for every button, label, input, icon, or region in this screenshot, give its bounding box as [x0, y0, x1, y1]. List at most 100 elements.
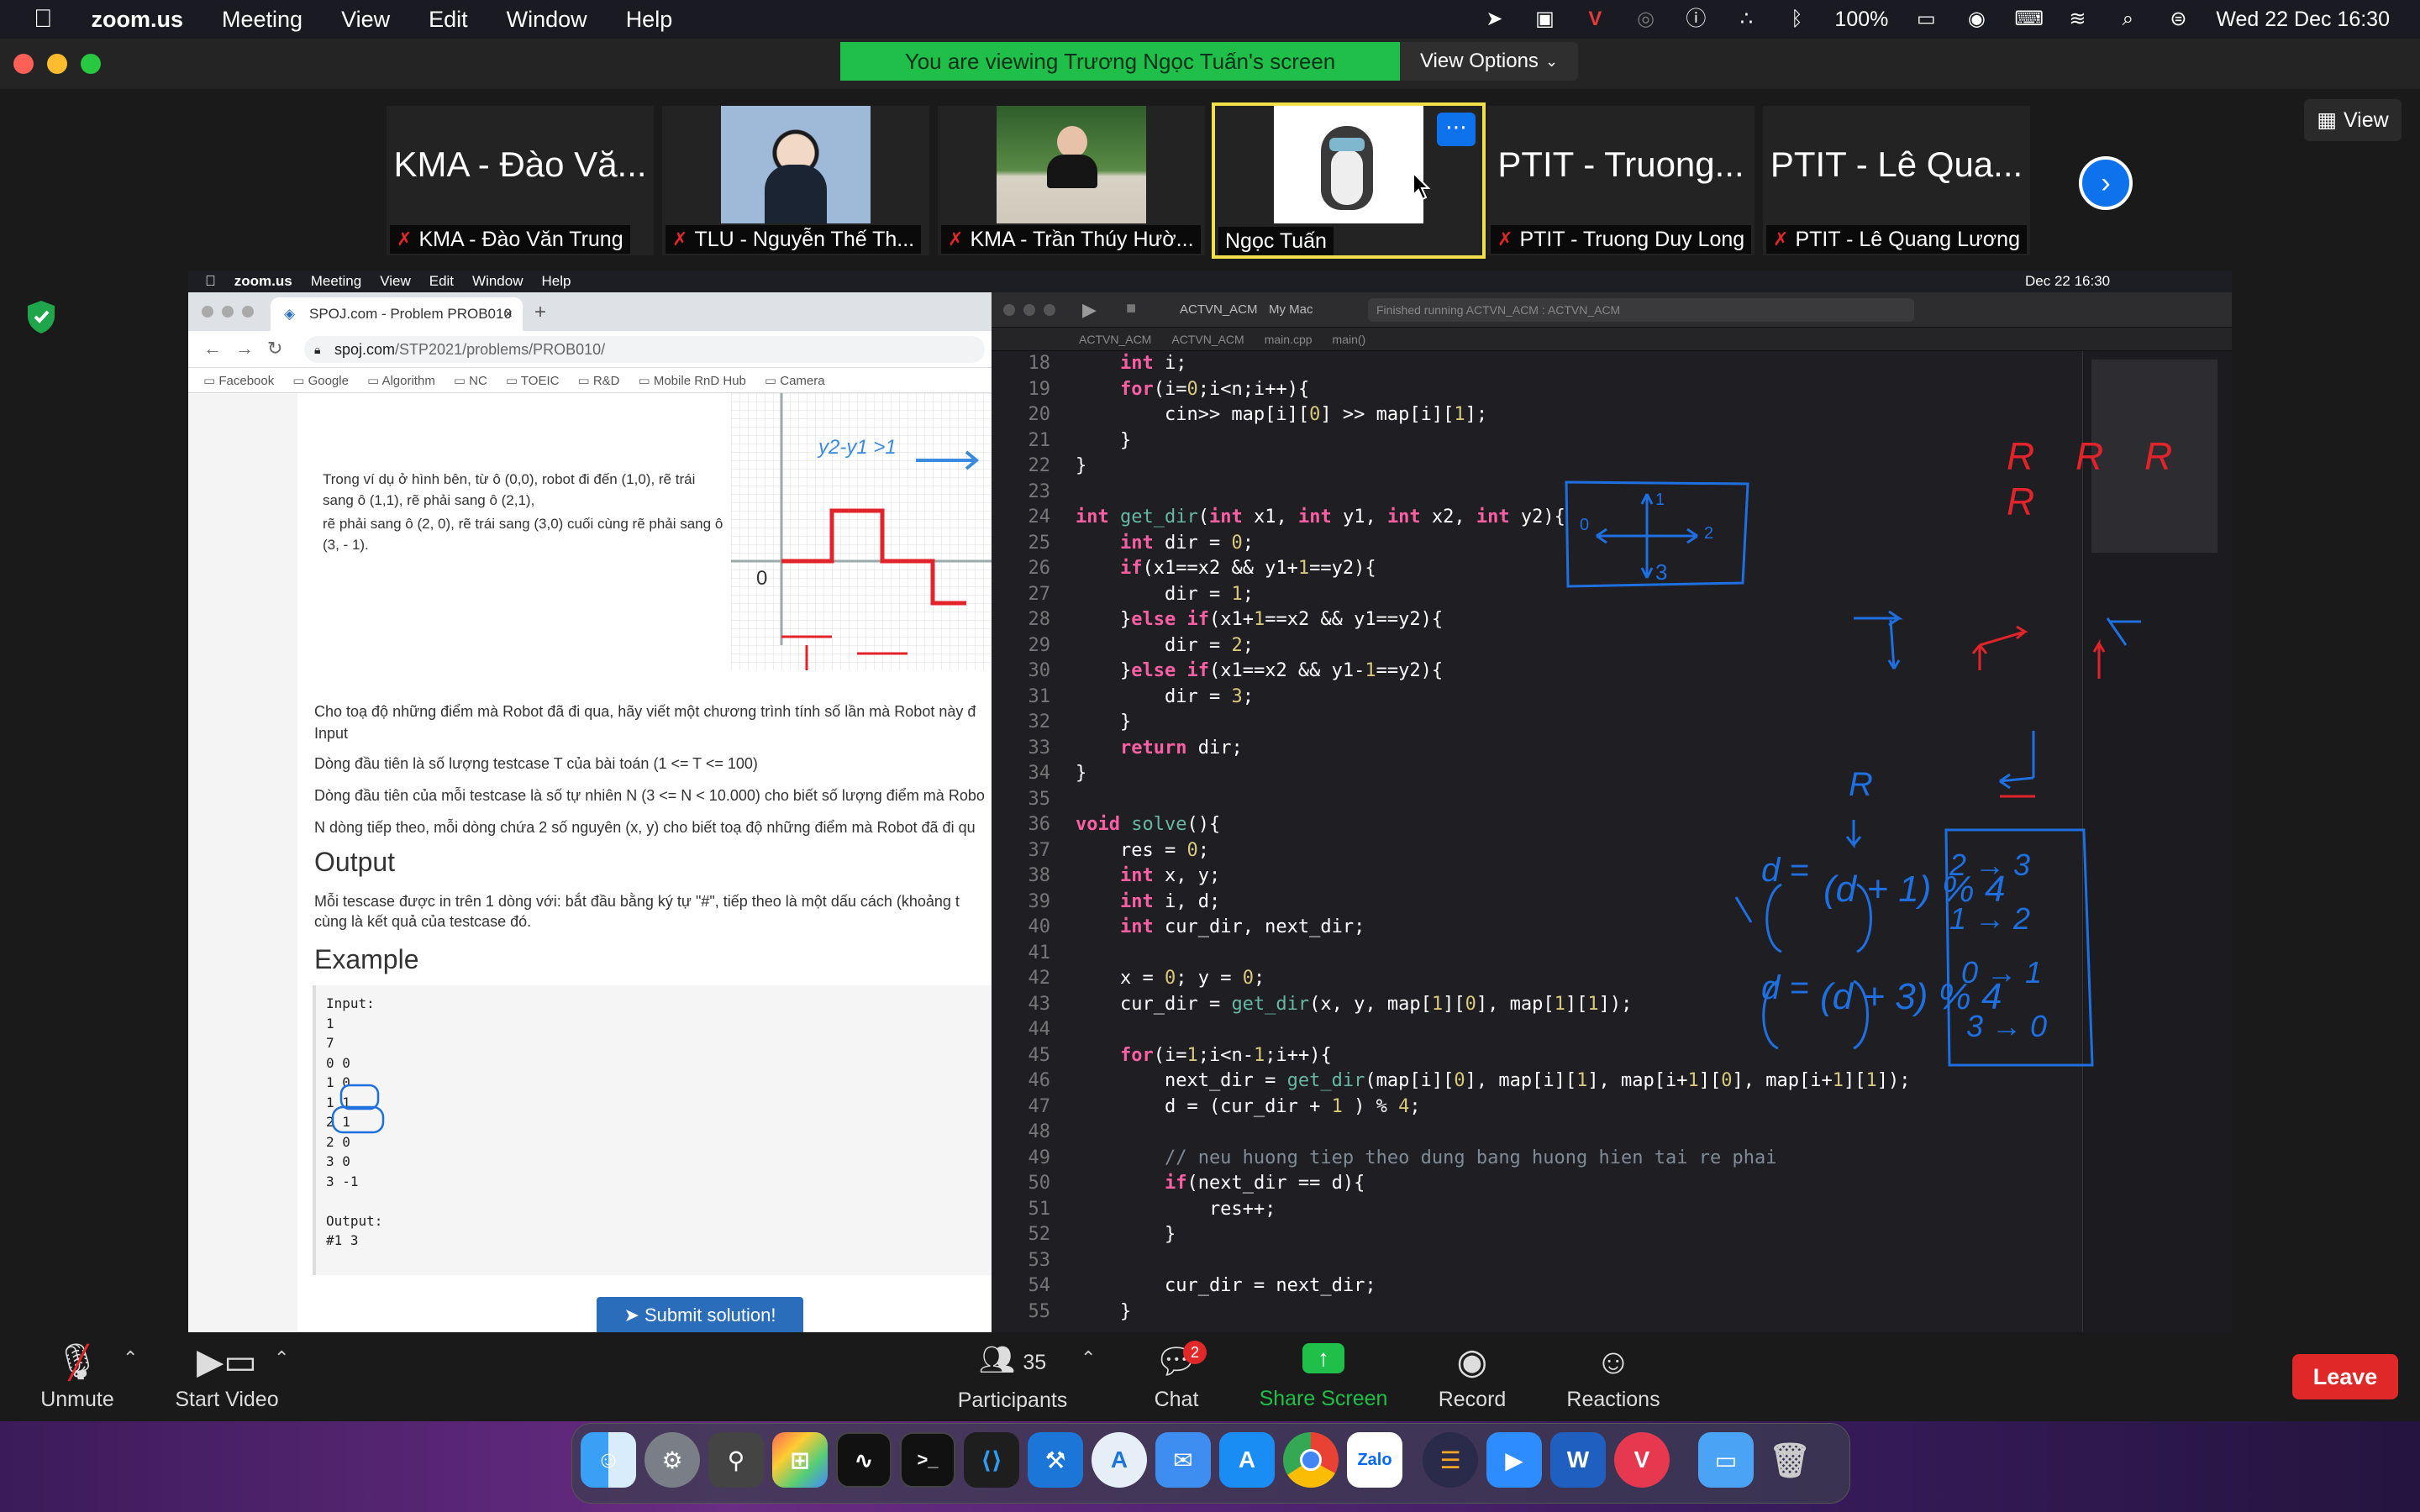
more-options-button[interactable]: ⋯: [1437, 113, 1476, 146]
participant-tile[interactable]: ✗KMA - Trần Thúy Hườ...: [938, 106, 1205, 255]
participant-tile[interactable]: KMA - Đào Vă... ✗KMA - Đào Văn Trung: [387, 106, 654, 255]
airplay-icon[interactable]: ◎: [1633, 9, 1658, 29]
fullscreen-window-button: [242, 306, 254, 318]
participant-name-label: ✗PTIT - Truong Duy Long: [1491, 225, 1751, 254]
participants-button[interactable]: 👥︎ 35 Participants: [950, 1332, 1076, 1421]
code-text: int x, y;: [1076, 865, 1220, 886]
accessibility-icon[interactable]: ⓘ: [1683, 9, 1708, 29]
chat-badge: 2: [1183, 1341, 1207, 1364]
automator-icon[interactable]: ⚲: [708, 1432, 764, 1488]
annotation-box-num: 0: [1580, 516, 1589, 535]
zalo-icon[interactable]: Zalo: [1347, 1432, 1402, 1488]
trash-icon[interactable]: 🗑︎: [1762, 1432, 1818, 1488]
bluetooth-icon[interactable]: ᛒ: [1784, 9, 1809, 29]
terminal-icon[interactable]: >_: [900, 1432, 955, 1488]
annotation-box-num: 2: [1704, 524, 1713, 543]
share-screen-button[interactable]: ↑ Share Screen: [1252, 1332, 1395, 1421]
wifi-icon[interactable]: ≋: [2065, 9, 2090, 29]
line-number: 42: [992, 966, 1050, 992]
code-line: 20 cin>> map[i][0] >> map[i][1];: [992, 402, 1487, 428]
menu-help[interactable]: Help: [626, 7, 673, 33]
zoom-icon[interactable]: ▶: [1486, 1432, 1542, 1488]
start-video-button[interactable]: ▶︎▭ Start Video: [168, 1332, 286, 1421]
finder-icon[interactable]: ☺: [581, 1432, 636, 1488]
chrome-icon[interactable]: [1283, 1432, 1339, 1488]
fullscreen-window-button[interactable]: [81, 54, 101, 74]
output-paragraph-2: cùng là kết quả của testcase đó.: [314, 911, 531, 932]
participant-tile[interactable]: PTIT - Truong... ✗PTIT - Truong Duy Long: [1487, 106, 1754, 255]
line-number: 54: [992, 1273, 1050, 1299]
unmute-label: Unmute: [40, 1388, 114, 1412]
launchpad-icon[interactable]: ⊞: [772, 1432, 828, 1488]
line-number: 20: [992, 402, 1050, 428]
leave-button[interactable]: Leave: [2292, 1354, 2398, 1399]
mail-icon[interactable]: ✉: [1155, 1432, 1211, 1488]
system-preferences-icon[interactable]: ⚙: [644, 1432, 700, 1488]
participant-tile[interactable]: PTIT - Lê Qua... ✗PTIT - Lê Quang Lương: [1763, 106, 2030, 255]
menu-view[interactable]: View: [341, 7, 390, 33]
code-line: 24int get_dir(int x1, int y1, int x2, in…: [992, 505, 1565, 531]
minimize-window-button: [1023, 304, 1035, 316]
code-line: 36void solve(){: [992, 812, 1220, 838]
zoom-video-icon[interactable]: ▣: [1532, 9, 1557, 29]
code-text: if(x1==x2 && y1+1==y2){: [1076, 558, 1376, 579]
xcode-toolbar: ▶ ■ ACTVN_ACM My Mac Finished running AC…: [992, 292, 2232, 328]
view-options-button[interactable]: View Options ⌄: [1400, 42, 1578, 81]
menu-meeting[interactable]: Meeting: [222, 7, 302, 33]
record-button[interactable]: ◉ Record: [1428, 1332, 1516, 1421]
chevron-up-icon[interactable]: ⌃: [123, 1347, 138, 1369]
grid-view-icon: ▦: [2317, 108, 2337, 133]
encryption-shield-icon[interactable]: [25, 299, 57, 334]
mouse-cursor: [1412, 171, 1432, 202]
favicon-icon: ◈: [284, 306, 295, 323]
spotlight-search-icon[interactable]: ⌕: [2115, 9, 2140, 29]
code-line: 37 res = 0;: [992, 838, 1209, 864]
clock[interactable]: Wed 22 Dec 16:30: [2216, 8, 2390, 32]
code-line: 51 res++;: [992, 1197, 1276, 1223]
app-store-icon[interactable]: A: [1219, 1432, 1275, 1488]
input-source-icon[interactable]: ⌨: [2014, 9, 2039, 29]
menu-edit[interactable]: Edit: [429, 7, 468, 33]
view-button[interactable]: ▦View: [2304, 99, 2402, 141]
participant-tile-active-speaker[interactable]: ⋯ Ngọc Tuấn: [1212, 102, 1486, 259]
reactions-button[interactable]: ☺︎ Reactions: [1563, 1332, 1664, 1421]
url-path: /STP2021/problems/PROB010/: [395, 341, 605, 359]
line-number: 37: [992, 838, 1050, 864]
close-window-button[interactable]: [13, 54, 34, 74]
code-text: }else if(x1==x2 && y1-1==y2){: [1076, 660, 1443, 681]
line-number: 28: [992, 607, 1050, 633]
code-text: for(i=1;i<n-1;i++){: [1076, 1045, 1332, 1066]
map-row: 2 → 3: [1949, 838, 2084, 892]
code-text: }: [1076, 1301, 1131, 1322]
copilot-icon[interactable]: ➤: [1481, 9, 1507, 29]
downloads-folder-icon[interactable]: ▭: [1698, 1432, 1754, 1488]
vscode-icon[interactable]: ⟨⟩: [964, 1432, 1019, 1488]
line-number: 25: [992, 531, 1050, 557]
dots-icon[interactable]: ∴: [1733, 9, 1759, 29]
vivaldi-browser-icon[interactable]: V: [1614, 1432, 1670, 1488]
chevron-up-icon[interactable]: ⌃: [1081, 1347, 1096, 1369]
unmute-button[interactable]: 🎙︎╱ Unmute: [34, 1332, 121, 1421]
robot-path-figure: [731, 393, 992, 670]
user-icon[interactable]: ◉: [1964, 9, 1989, 29]
menu-window[interactable]: Window: [507, 7, 587, 33]
xcode-icon[interactable]: ⚒: [1028, 1432, 1083, 1488]
menu-app-name[interactable]: zoom.us: [92, 7, 184, 33]
participant-tile[interactable]: ✗TLU - Nguyễn Thế Th...: [662, 106, 929, 255]
minimize-window-button[interactable]: [47, 54, 67, 74]
example-code-block: Input: 1 7 0 0 1 0 1 1 2 1 2 0 3 0 3 -1 …: [313, 985, 992, 1275]
control-center-icon[interactable]: ⊜: [2165, 9, 2191, 29]
word-icon[interactable]: W: [1550, 1432, 1606, 1488]
app-store-connect-icon[interactable]: A: [1092, 1432, 1147, 1488]
apple-icon[interactable]: : [34, 5, 53, 34]
xcode-scheme: ACTVN_ACM: [1180, 302, 1258, 317]
battery-icon[interactable]: ▭: [1913, 9, 1939, 29]
activity-monitor-icon[interactable]: ∿: [836, 1432, 892, 1488]
next-page-arrow-icon[interactable]: ›: [2079, 156, 2133, 210]
stop-icon: ■: [1126, 299, 1136, 318]
shared-screen[interactable]:  zoom.us Meeting View Edit Window Help …: [188, 270, 2232, 1332]
vivaldi-icon[interactable]: V: [1582, 9, 1607, 29]
code-text: int i, d;: [1076, 891, 1220, 912]
xampp-icon[interactable]: ☰: [1423, 1432, 1478, 1488]
chevron-up-icon[interactable]: ⌃: [274, 1347, 289, 1369]
